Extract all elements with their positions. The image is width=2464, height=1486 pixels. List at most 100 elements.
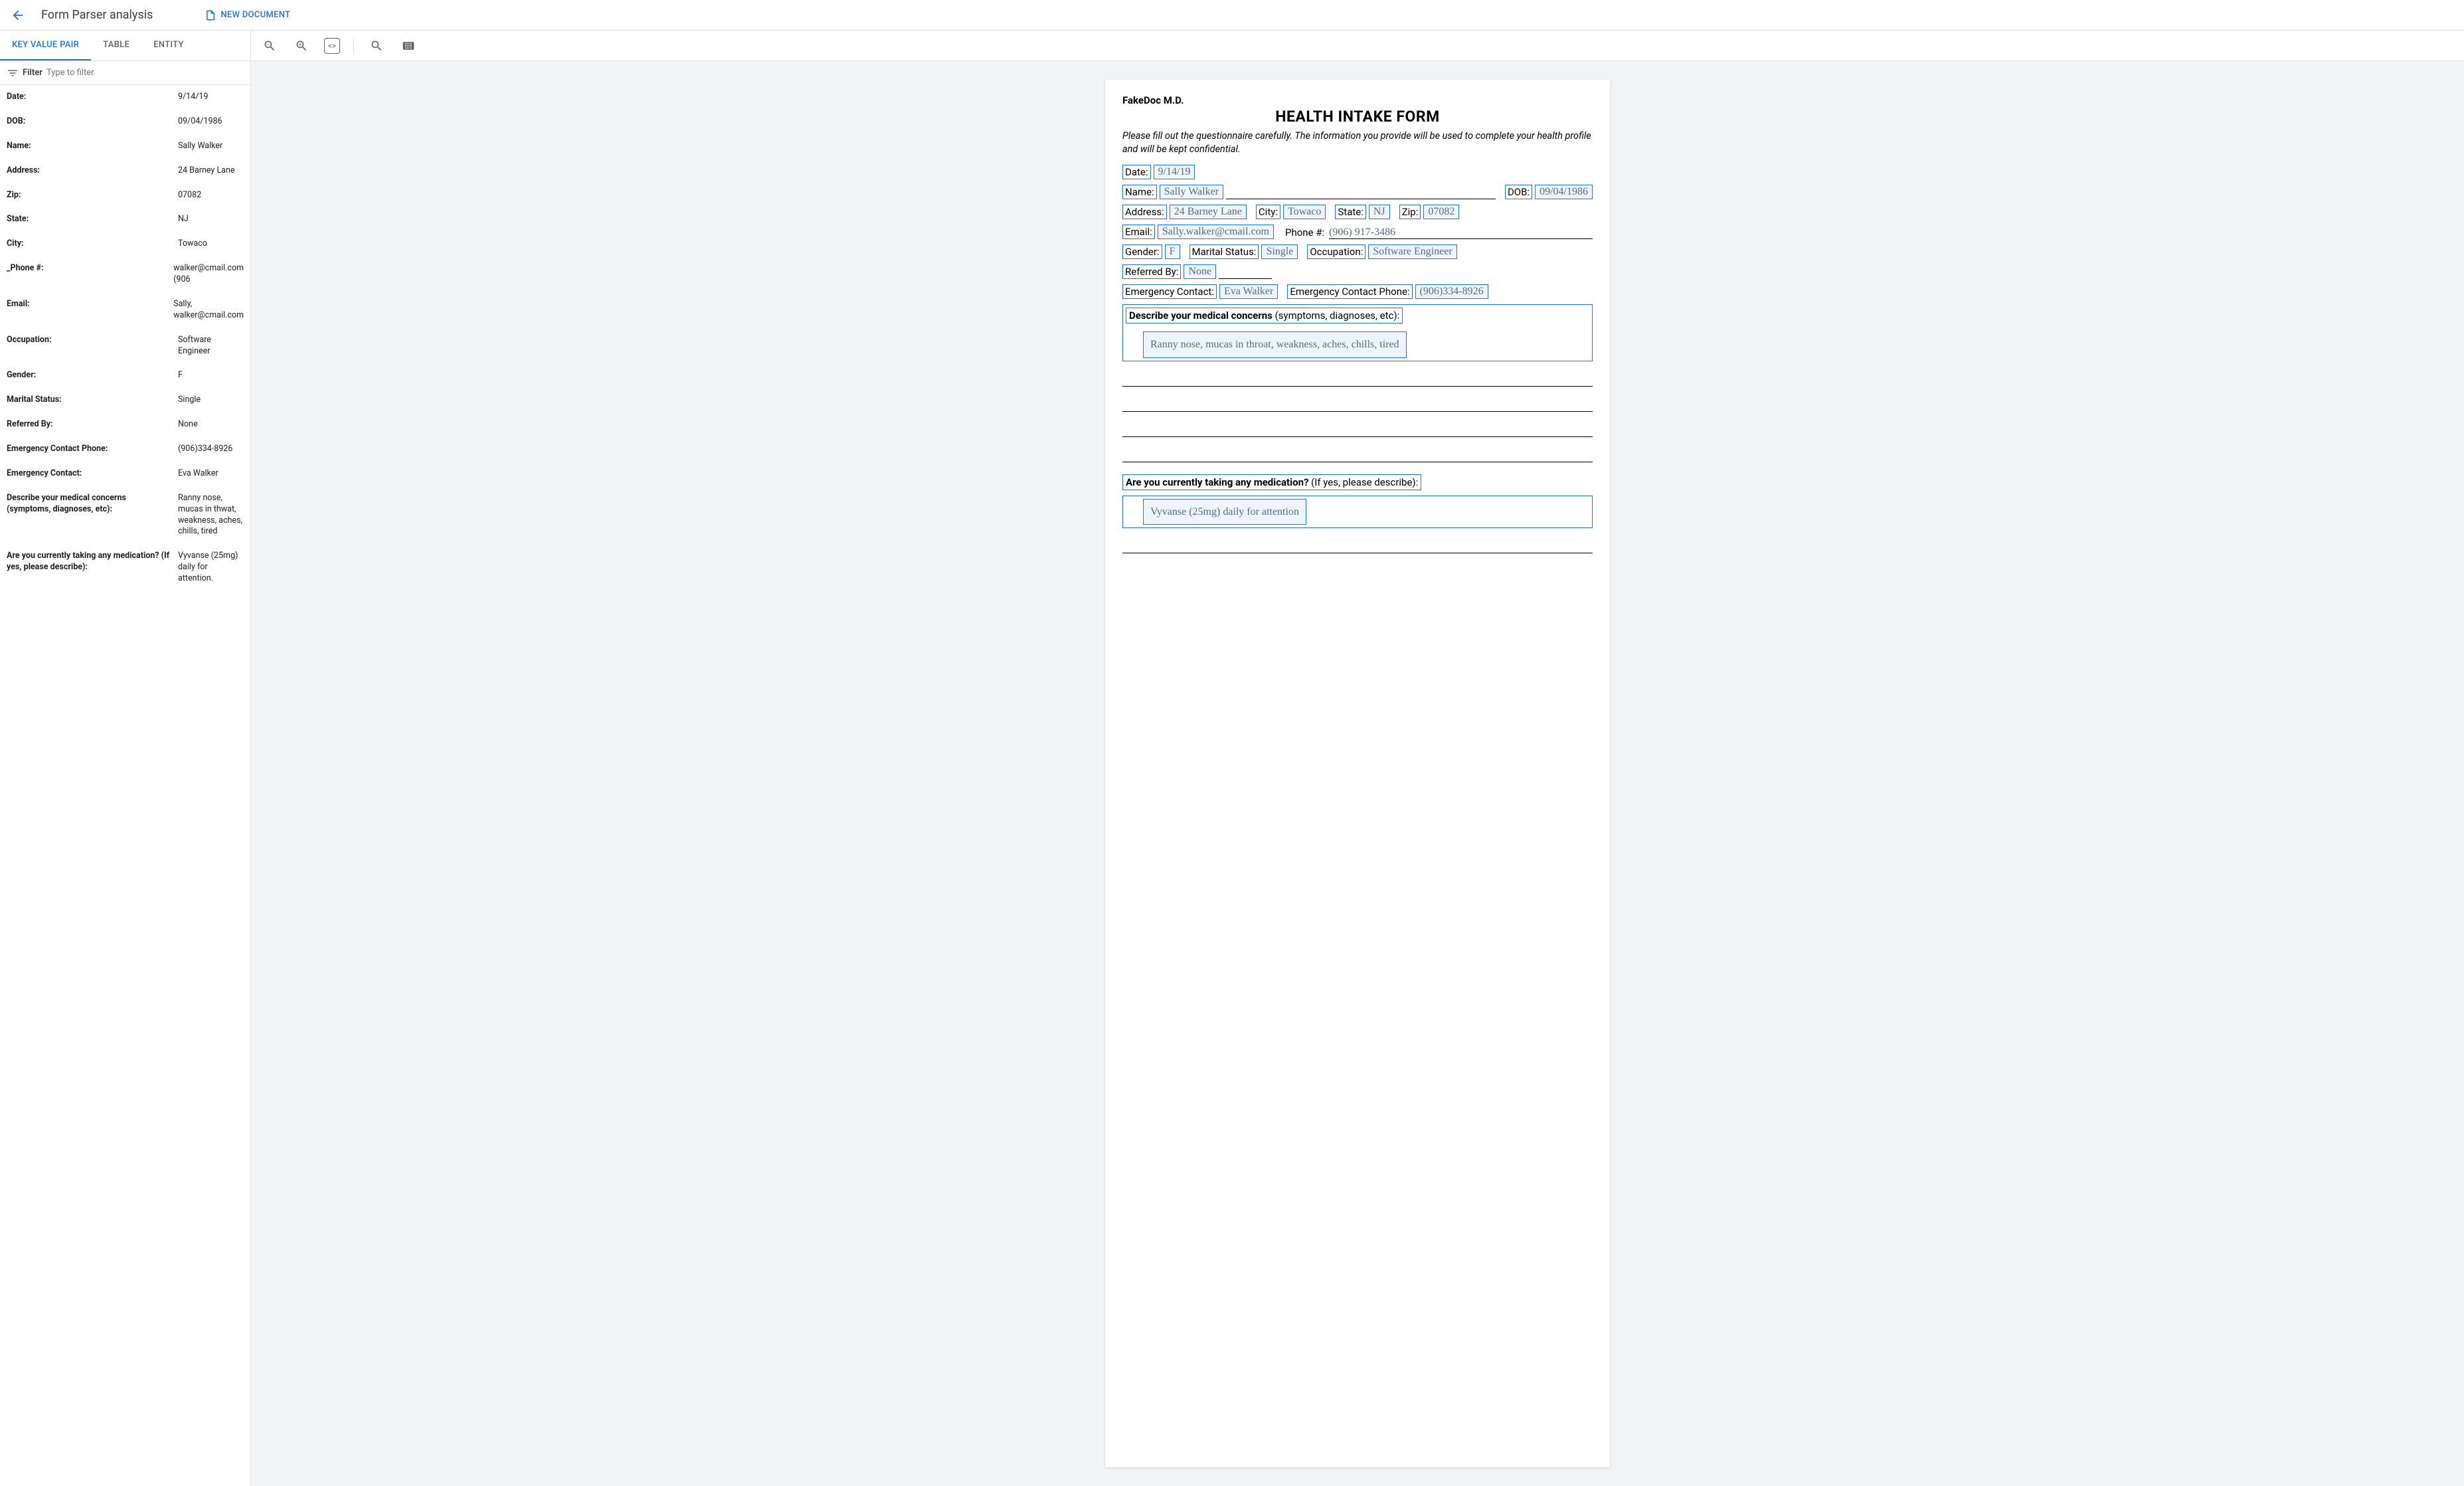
tab-table[interactable]: TABLE: [91, 31, 141, 60]
kv-key: Date:: [7, 92, 178, 103]
kv-row[interactable]: State:NJ: [0, 207, 250, 232]
kv-row[interactable]: Name:Sally Walker: [0, 134, 250, 159]
city-value: Towaco: [1283, 205, 1326, 219]
kv-key: Referred By:: [7, 419, 178, 430]
gender-label: Gender:: [1122, 244, 1162, 259]
address-label: Address:: [1122, 205, 1167, 219]
gender-value: F: [1165, 244, 1180, 259]
blank-line: [1219, 267, 1272, 279]
zoom-in-button[interactable]: [292, 37, 311, 55]
emergency-contact-phone-value: (906)334-8926: [1415, 284, 1488, 299]
viewer: <> FakeDoc M.D. HEALTH INTAKE FORM Pleas…: [251, 31, 2464, 1486]
kv-value: 24 Barney Lane: [178, 165, 244, 177]
kv-key: DOB:: [7, 116, 178, 128]
kv-key: Zip:: [7, 190, 178, 201]
zoom-out-icon: [263, 39, 276, 52]
address-value: 24 Barney Lane: [1170, 205, 1247, 219]
kv-row[interactable]: _Phone #:walker@cmail.com (906: [0, 256, 250, 292]
blank-line: [1226, 187, 1496, 199]
kv-value: None: [178, 419, 244, 430]
key-value-list: Date:9/14/19DOB:09/04/1986Name:Sally Wal…: [0, 85, 250, 1486]
kv-row[interactable]: Address:24 Barney Lane: [0, 159, 250, 183]
back-button[interactable]: [7, 4, 29, 27]
toggle-code-button[interactable]: <>: [324, 38, 340, 54]
city-label: City:: [1256, 205, 1280, 219]
kv-value: Eva Walker: [178, 468, 244, 480]
search-icon: [370, 39, 383, 52]
document-page: FakeDoc M.D. HEALTH INTAKE FORM Please f…: [1105, 80, 1610, 1467]
kv-row[interactable]: Zip:07082: [0, 183, 250, 208]
kv-value: F: [178, 370, 244, 381]
emergency-contact-value: Eva Walker: [1219, 284, 1278, 299]
new-document-button[interactable]: NEW DOCUMENT: [205, 9, 290, 21]
kv-row[interactable]: Email:Sally, walker@cmail.com: [0, 292, 250, 328]
kv-row[interactable]: DOB:09/04/1986: [0, 110, 250, 134]
arrow-back-icon: [11, 8, 25, 23]
kv-row[interactable]: Describe your medical concerns (symptoms…: [0, 486, 250, 545]
tabs: KEY VALUE PAIR TABLE ENTITY: [0, 31, 250, 61]
state-value: NJ: [1369, 205, 1390, 219]
toolbar-divider: [353, 38, 354, 54]
kv-value: Sally Walker: [178, 141, 244, 152]
email-label: Email:: [1122, 225, 1155, 239]
keyboard-icon: [402, 39, 415, 52]
kv-value: Vyvanse (25mg) daily for attention.: [178, 551, 244, 585]
phone-label: Phone #:: [1283, 226, 1326, 239]
topbar: Form Parser analysis NEW DOCUMENT: [0, 0, 2464, 31]
page-title: Form Parser analysis: [41, 8, 153, 22]
dob-value: 09/04/1986: [1535, 185, 1593, 199]
search-button[interactable]: [367, 37, 386, 55]
document-icon: [205, 9, 217, 21]
document-canvas[interactable]: FakeDoc M.D. HEALTH INTAKE FORM Please f…: [251, 61, 2464, 1486]
kv-row[interactable]: Gender:F: [0, 363, 250, 388]
sidebar: KEY VALUE PAIR TABLE ENTITY Filter Date:…: [0, 31, 251, 1486]
kv-row[interactable]: Occupation:Software Engineer: [0, 328, 250, 364]
kv-value: Sally, walker@cmail.com: [173, 299, 244, 322]
kv-row[interactable]: Emergency Contact:Eva Walker: [0, 462, 250, 486]
zoom-in-icon: [295, 39, 308, 52]
blank-line: [1122, 537, 1593, 553]
tab-key-value-pair[interactable]: KEY VALUE PAIR: [0, 31, 91, 60]
kv-value: (906)334-8926: [178, 444, 244, 455]
kv-value: NJ: [178, 214, 244, 225]
kv-row[interactable]: City:Towaco: [0, 232, 250, 256]
medical-concerns-region: Describe your medical concerns (symptoms…: [1122, 304, 1593, 361]
occupation-value: Software Engineer: [1368, 244, 1457, 259]
kv-key: Address:: [7, 165, 178, 177]
keyboard-button[interactable]: [399, 37, 418, 55]
kv-key: Emergency Contact Phone:: [7, 444, 178, 455]
kv-row[interactable]: Referred By:None: [0, 413, 250, 437]
name-label: Name:: [1122, 185, 1157, 199]
kv-row[interactable]: Date:9/14/19: [0, 85, 250, 110]
kv-key: Describe your medical concerns (symptoms…: [7, 493, 178, 538]
kv-key: _Phone #:: [7, 263, 173, 286]
kv-value: 09/04/1986: [178, 116, 244, 128]
name-value: Sally Walker: [1160, 185, 1223, 199]
medication-value: Vyvanse (25mg) daily for attention: [1143, 499, 1306, 525]
kv-key: Name:: [7, 141, 178, 152]
kv-key: Are you currently taking any medication?…: [7, 551, 178, 585]
doc-subtitle: Please fill out the questionnaire carefu…: [1122, 130, 1593, 155]
medication-label: Are you currently taking any medication?…: [1122, 474, 1421, 490]
zoom-out-button[interactable]: [260, 37, 279, 55]
tab-entity[interactable]: ENTITY: [141, 31, 196, 60]
blank-line: [1122, 421, 1593, 437]
doc-title: HEALTH INTAKE FORM: [1122, 108, 1593, 126]
kv-row[interactable]: Marital Status:Single: [0, 388, 250, 413]
kv-row[interactable]: Are you currently taking any medication?…: [0, 544, 250, 591]
kv-key: Gender:: [7, 370, 178, 381]
referred-by-label: Referred By:: [1122, 264, 1181, 279]
kv-value: 9/14/19: [178, 92, 244, 103]
emergency-contact-phone-label: Emergency Contact Phone:: [1287, 284, 1412, 299]
kv-key: City:: [7, 238, 178, 250]
marital-status-label: Marital Status:: [1189, 244, 1259, 259]
blank-line: [1122, 446, 1593, 462]
filter-input[interactable]: [46, 68, 244, 78]
zip-label: Zip:: [1399, 205, 1421, 219]
kv-key: Emergency Contact:: [7, 468, 178, 480]
kv-value: Towaco: [178, 238, 244, 250]
kv-value: Ranny nose, mucas in thwat, weakness, ac…: [178, 493, 244, 538]
kv-row[interactable]: Emergency Contact Phone:(906)334-8926: [0, 437, 250, 462]
blank-line: [1122, 396, 1593, 412]
kv-key: Marital Status:: [7, 395, 178, 406]
